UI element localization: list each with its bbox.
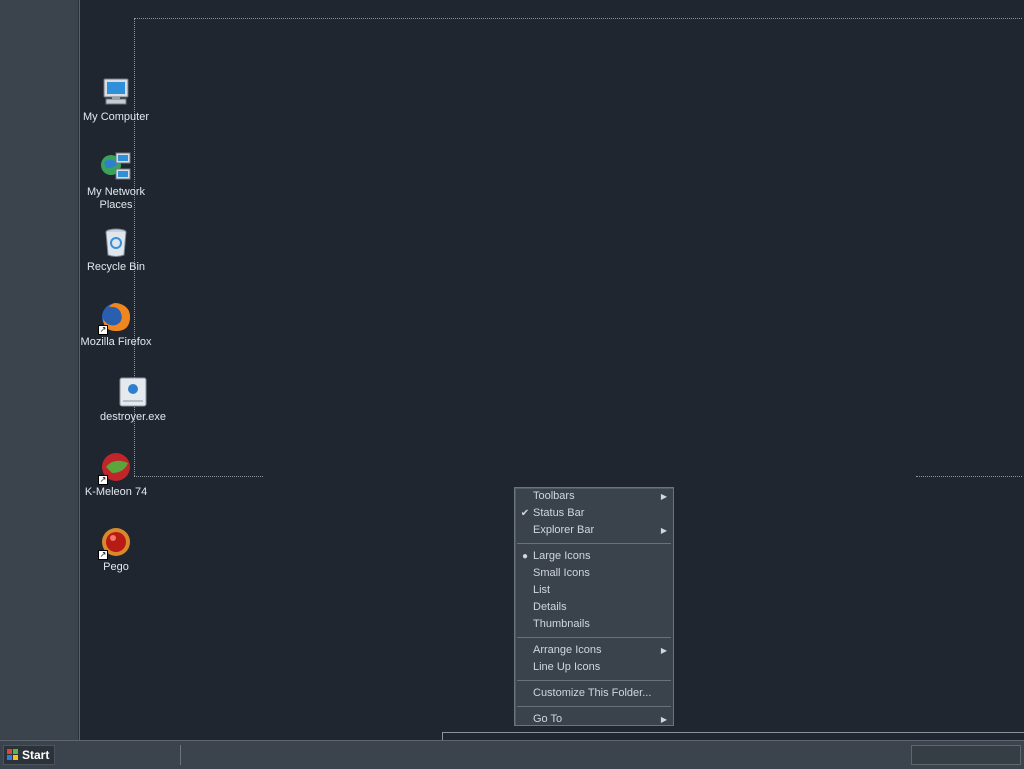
desktop-icon-my-computer[interactable]: My Computer	[78, 76, 154, 124]
left-panel	[0, 0, 80, 740]
menu-separator	[517, 543, 671, 544]
system-tray[interactable]	[911, 745, 1021, 765]
recycle-bin-icon	[100, 226, 132, 258]
submenu-arrow-icon: ▶	[660, 715, 667, 724]
menu-item-toolbars[interactable]: Toolbars ▶	[515, 488, 673, 505]
desktop-icon-label: My Network Places	[86, 186, 146, 211]
menu-item-customize-folder[interactable]: Customize This Folder...	[515, 685, 673, 702]
k-meleon-icon: ↗	[98, 451, 132, 485]
desktop-icon-destroyer-exe[interactable]: destroyer.exe	[95, 376, 171, 424]
desktop-icon-label: Recycle Bin	[86, 261, 146, 273]
desktop-icon-k-meleon[interactable]: ↗ K-Meleon 74	[78, 451, 154, 499]
desktop-icon-label: My Computer	[82, 111, 150, 123]
windows-logo-icon	[7, 749, 18, 760]
shortcut-arrow-icon: ↗	[98, 475, 108, 485]
shortcut-arrow-icon: ↗	[98, 550, 108, 560]
taskbar-separator	[180, 745, 181, 765]
desktop-icon-label: K-Meleon 74	[84, 486, 148, 498]
exe-icon	[117, 376, 149, 408]
desktop-icon-label: Mozilla Firefox	[80, 336, 152, 348]
taskbar: Start	[0, 740, 1024, 769]
radio-bullet-icon: ●	[521, 551, 529, 562]
desktop-icon-recycle-bin[interactable]: Recycle Bin	[78, 226, 154, 274]
shortcut-arrow-icon: ↗	[98, 325, 108, 335]
checkmark-icon: ✔	[520, 508, 530, 519]
desktop-icon-label: destroyer.exe	[99, 411, 167, 423]
submenu-arrow-icon: ▶	[660, 646, 667, 655]
desktop-icon-mozilla-firefox[interactable]: ↗ Mozilla Firefox	[78, 301, 154, 349]
menu-item-explorer-bar[interactable]: Explorer Bar ▶	[515, 522, 673, 539]
menu-separator	[517, 637, 671, 638]
selection-rectangle-edge	[916, 476, 1022, 477]
menu-item-large-icons[interactable]: ● Large Icons	[515, 548, 673, 565]
desktop-icon-pego[interactable]: ↗ Pego	[78, 526, 154, 574]
menu-item-details[interactable]: Details	[515, 599, 673, 616]
submenu-arrow-icon: ▶	[660, 526, 667, 535]
menu-item-line-up-icons[interactable]: Line Up Icons	[515, 659, 673, 676]
desktop-icon-label: Pego	[103, 561, 129, 573]
menu-item-go-to[interactable]: Go To ▶	[515, 711, 673, 725]
menu-item-thumbnails[interactable]: Thumbnails	[515, 616, 673, 633]
menu-item-status-bar[interactable]: ✔ Status Bar	[515, 505, 673, 522]
desktop-context-menu: Toolbars ▶ ✔ Status Bar Explorer Bar ▶ ●…	[514, 487, 674, 726]
firefox-icon: ↗	[98, 301, 132, 335]
submenu-arrow-icon: ▶	[660, 492, 667, 501]
menu-item-list[interactable]: List	[515, 582, 673, 599]
network-places-icon	[100, 151, 132, 183]
menu-item-small-icons[interactable]: Small Icons	[515, 565, 673, 582]
menu-item-arrange-icons[interactable]: Arrange Icons ▶	[515, 642, 673, 659]
selection-rectangle	[134, 18, 1022, 476]
my-computer-icon	[100, 76, 132, 108]
start-button[interactable]: Start	[3, 745, 55, 765]
menu-separator	[517, 680, 671, 681]
menu-separator	[517, 706, 671, 707]
pego-icon: ↗	[98, 526, 132, 560]
desktop-icon-network-places[interactable]: My Network Places	[78, 151, 154, 212]
